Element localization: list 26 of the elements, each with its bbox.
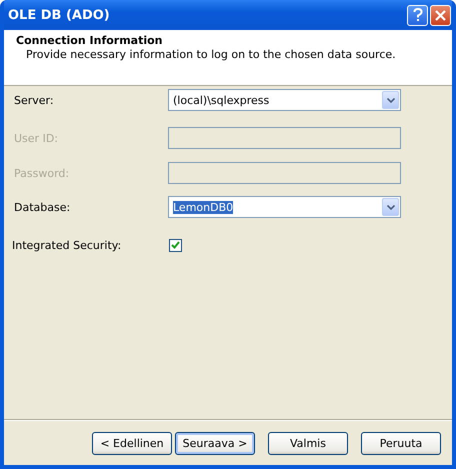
field-label: Database: [13,200,72,214]
combo-value: LemonDB0 [173,200,234,214]
checkbox[interactable] [169,238,182,252]
check-icon [171,241,180,249]
field-label: Server: [13,94,55,106]
help-button[interactable] [407,4,428,26]
chevron-down-icon [386,204,394,210]
section-description: Provide necessary information to log on to the chosen data source. [25,48,397,61]
wizard-button[interactable]: Seuraava > [175,432,255,455]
wizard-button[interactable]: Peruuta [361,432,441,455]
field-label: User ID: [13,132,59,144]
field-label: Integrated Security: [12,238,122,252]
field-label: Password: [13,166,70,180]
combo-box[interactable]: (local)\sqlexpress [168,89,401,111]
chevron-down-icon [386,98,394,102]
wizard-button[interactable]: Valmis [268,432,348,455]
close-icon [435,10,446,20]
window-title: OLE DB (ADO) [8,8,110,22]
combo-value: (local)\sqlexpress [173,94,270,106]
wizard-button[interactable]: < Edellinen [92,432,172,455]
close-button[interactable] [430,4,451,26]
section-title: Connection Information [16,34,164,47]
dropdown-button[interactable] [382,91,399,109]
question-mark-icon [412,8,422,22]
dropdown-button[interactable] [382,198,399,216]
combo-box[interactable]: LemonDB0 [168,196,401,218]
